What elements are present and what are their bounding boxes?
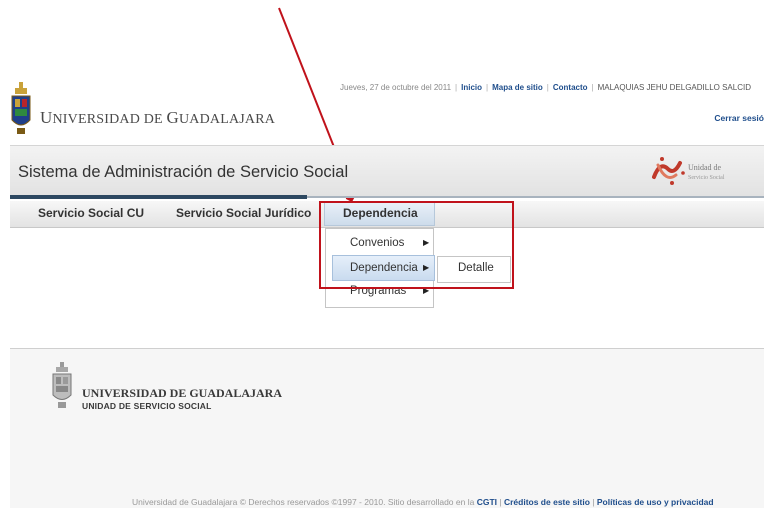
university-shield-icon: [9, 82, 33, 138]
annotation-highlight-box: [319, 201, 514, 289]
link-cgti[interactable]: CGTI: [477, 497, 497, 507]
logout-link[interactable]: Cerrar sesió: [714, 113, 764, 123]
university-name: UNIVERSIDAD DE GUADALAJARA: [40, 108, 276, 127]
footer-shield-icon: [51, 362, 73, 410]
link-mapa-de-sitio[interactable]: Mapa de sitio: [492, 83, 543, 92]
banner-accent-bar: [10, 195, 307, 199]
footer: [10, 349, 764, 508]
footer-university: UNIVERSIDAD DE GUADALAJARA: [82, 386, 283, 400]
link-politicas[interactable]: Políticas de uso y privacidad: [597, 497, 714, 507]
logo-line-2: Servicio Social: [688, 175, 725, 181]
footer-unit: UNIDAD DE SERVICIO SOCIAL: [82, 401, 212, 411]
header-links: Jueves, 27 de octubre del 2011 | Inicio | Ma…: [340, 83, 751, 92]
user-name: MALAQUIAS JEHU DELGADILLO SALCID: [597, 83, 751, 92]
copyright-text: Universidad de Guadalajara © Derechos re…: [132, 497, 714, 507]
nav-item-servicio-social-juridico[interactable]: Servicio Social Jurídico: [176, 206, 311, 220]
servicio-social-logo: Unidad de Servicio Social: [650, 153, 760, 188]
nav-item-servicio-social-cu[interactable]: Servicio Social CU: [38, 206, 144, 220]
system-title: Sistema de Administración de Servicio So…: [18, 163, 349, 181]
logo-line-1: Unidad de: [688, 163, 722, 172]
link-inicio[interactable]: Inicio: [461, 83, 482, 92]
banner-divider: [307, 196, 764, 198]
copyright-label: Universidad de Guadalajara © Derechos re…: [132, 497, 475, 507]
link-creditos[interactable]: Créditos de este sitio: [504, 497, 590, 507]
date-text: Jueves, 27 de octubre del 2011: [340, 83, 452, 92]
link-contacto[interactable]: Contacto: [553, 83, 588, 92]
